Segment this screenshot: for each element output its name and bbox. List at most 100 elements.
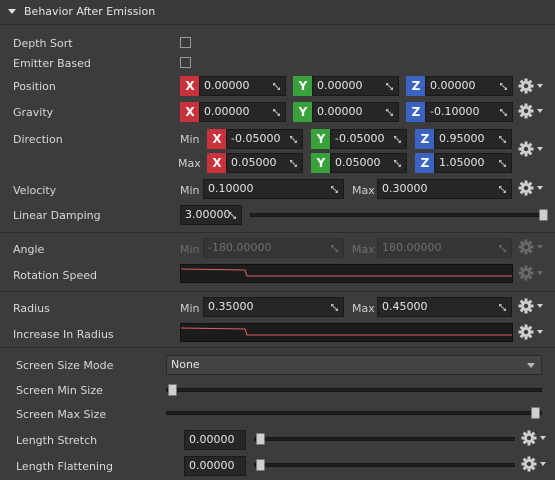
gear-icon[interactable] bbox=[518, 324, 546, 340]
resize-icon[interactable] bbox=[330, 303, 339, 312]
direction-label: Direction bbox=[13, 133, 63, 146]
gear-icon[interactable] bbox=[518, 141, 546, 157]
resize-icon[interactable] bbox=[228, 211, 237, 220]
resize-icon[interactable] bbox=[289, 159, 298, 168]
section-title: Behavior After Emission bbox=[24, 5, 156, 18]
length-flattening-field[interactable]: 0.00000 bbox=[184, 456, 246, 476]
angle-min-label: Min bbox=[180, 243, 200, 256]
increase-in-radius-label: Increase In Radius bbox=[13, 328, 114, 341]
screen-max-size-slider-thumb[interactable] bbox=[531, 407, 540, 419]
divider bbox=[0, 291, 555, 292]
gravity-z-field[interactable]: -0.10000 bbox=[425, 102, 513, 122]
screen-min-size-slider-thumb[interactable] bbox=[168, 384, 177, 396]
linear-damping-label: Linear Damping bbox=[13, 209, 101, 222]
resize-icon[interactable] bbox=[272, 82, 281, 91]
depth-sort-label: Depth Sort bbox=[13, 37, 73, 50]
section-header[interactable]: Behavior After Emission bbox=[0, 0, 555, 25]
z-axis-badge: Z bbox=[406, 102, 426, 122]
emitter-based-checkbox[interactable] bbox=[180, 57, 191, 68]
velocity-max-field[interactable]: 0.30000 bbox=[377, 179, 512, 199]
length-stretch-slider[interactable] bbox=[254, 437, 515, 441]
x-axis-badge: X bbox=[180, 76, 200, 96]
gear-icon[interactable] bbox=[518, 180, 546, 196]
length-flattening-slider-thumb[interactable] bbox=[256, 459, 265, 471]
collapse-triangle-icon[interactable] bbox=[8, 9, 16, 14]
length-flattening-slider[interactable] bbox=[254, 463, 515, 467]
screen-size-mode-label: Screen Size Mode bbox=[16, 359, 114, 372]
radius-max-value: 0.45000 bbox=[382, 300, 428, 313]
rotation-speed-curve[interactable] bbox=[180, 264, 513, 283]
resize-icon[interactable] bbox=[393, 135, 402, 144]
velocity-min-label: Min bbox=[180, 184, 200, 197]
radius-label: Radius bbox=[13, 302, 50, 315]
screen-max-size-slider[interactable] bbox=[166, 411, 542, 415]
direction-max-label: Max bbox=[178, 157, 201, 170]
gear-icon[interactable] bbox=[518, 103, 546, 119]
gravity-x-field[interactable]: 0.00000 bbox=[199, 102, 286, 122]
radius-max-field[interactable]: 0.45000 bbox=[377, 297, 512, 317]
y-axis-badge: Y bbox=[311, 153, 331, 173]
direction-max-z-value: 1.05000 bbox=[439, 156, 485, 169]
resize-icon[interactable] bbox=[498, 159, 507, 168]
direction-min-label: Min bbox=[180, 133, 200, 146]
z-axis-badge: Z bbox=[415, 129, 435, 149]
resize-icon[interactable] bbox=[498, 303, 507, 312]
angle-max-label: Max bbox=[352, 243, 375, 256]
curve-line bbox=[180, 268, 512, 277]
screen-min-size-label: Screen Min Size bbox=[16, 384, 103, 397]
direction-max-x-field[interactable]: 0.05000 bbox=[226, 153, 303, 173]
position-y-value: 0.00000 bbox=[317, 79, 363, 92]
direction-max-x-value: 0.05000 bbox=[231, 156, 277, 169]
angle-min-field: -180.00000 bbox=[203, 238, 344, 258]
length-stretch-field[interactable]: 0.00000 bbox=[184, 430, 246, 450]
gear-icon[interactable] bbox=[518, 298, 546, 314]
divider bbox=[0, 232, 555, 233]
resize-icon[interactable] bbox=[385, 108, 394, 117]
linear-damping-slider-thumb[interactable] bbox=[539, 209, 548, 221]
resize-icon[interactable] bbox=[498, 185, 507, 194]
resize-icon[interactable] bbox=[385, 82, 394, 91]
direction-min-z-value: 0.95000 bbox=[439, 132, 485, 145]
resize-icon[interactable] bbox=[289, 135, 298, 144]
resize-icon[interactable] bbox=[330, 185, 339, 194]
direction-max-y-field[interactable]: 0.05000 bbox=[330, 153, 407, 173]
position-x-field[interactable]: 0.00000 bbox=[199, 76, 286, 96]
x-axis-badge: X bbox=[207, 153, 227, 173]
resize-icon[interactable] bbox=[272, 108, 281, 117]
radius-min-field[interactable]: 0.35000 bbox=[203, 297, 344, 317]
resize-icon[interactable] bbox=[499, 108, 508, 117]
angle-max-field: 180.00000 bbox=[377, 238, 512, 258]
gear-icon bbox=[518, 265, 546, 281]
linear-damping-field[interactable]: 3.00000 bbox=[180, 205, 242, 225]
screen-min-size-slider[interactable] bbox=[166, 388, 542, 392]
gravity-y-field[interactable]: 0.00000 bbox=[312, 102, 399, 122]
gear-icon[interactable] bbox=[521, 456, 549, 472]
resize-icon[interactable] bbox=[393, 159, 402, 168]
direction-min-z-field[interactable]: 0.95000 bbox=[434, 129, 512, 149]
angle-min-value: -180.00000 bbox=[208, 241, 272, 254]
linear-damping-value: 3.00000 bbox=[185, 208, 231, 221]
length-stretch-value: 0.00000 bbox=[189, 433, 235, 446]
position-y-field[interactable]: 0.00000 bbox=[312, 76, 399, 96]
depth-sort-checkbox[interactable] bbox=[180, 37, 191, 48]
length-stretch-label: Length Stretch bbox=[16, 434, 98, 447]
screen-size-mode-dropdown[interactable]: None bbox=[166, 355, 542, 375]
position-label: Position bbox=[13, 80, 56, 93]
velocity-min-field[interactable]: 0.10000 bbox=[203, 179, 344, 199]
resize-icon[interactable] bbox=[498, 135, 507, 144]
resize-icon bbox=[498, 244, 507, 253]
z-axis-badge: Z bbox=[406, 76, 426, 96]
linear-damping-slider[interactable] bbox=[250, 213, 548, 217]
divider bbox=[0, 347, 555, 348]
length-stretch-slider-thumb[interactable] bbox=[256, 433, 265, 445]
velocity-max-value: 0.30000 bbox=[382, 182, 428, 195]
position-z-field[interactable]: 0.00000 bbox=[425, 76, 513, 96]
increase-in-radius-curve[interactable] bbox=[180, 323, 513, 342]
direction-max-z-field[interactable]: 1.05000 bbox=[434, 153, 512, 173]
y-axis-badge: Y bbox=[293, 102, 313, 122]
resize-icon[interactable] bbox=[499, 82, 508, 91]
gear-icon[interactable] bbox=[521, 430, 549, 446]
direction-min-x-field[interactable]: -0.05000 bbox=[226, 129, 303, 149]
direction-min-y-field[interactable]: -0.05000 bbox=[330, 129, 407, 149]
gear-icon[interactable] bbox=[518, 78, 546, 94]
